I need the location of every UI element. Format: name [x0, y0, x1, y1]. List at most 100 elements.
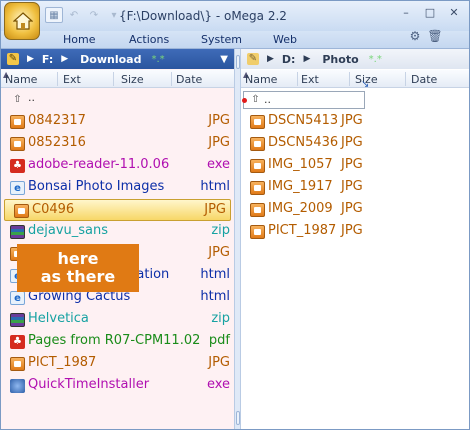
file-row[interactable]: 0852316 JPG: [1, 133, 234, 155]
panels-icon[interactable]: ▦: [45, 7, 63, 23]
zip-file-icon: [10, 313, 25, 327]
edit-path-icon[interactable]: ✎: [247, 53, 259, 65]
redo-icon[interactable]: ↷: [85, 7, 103, 23]
splitter-grip[interactable]: [236, 411, 240, 425]
exe-file-icon: [10, 379, 25, 393]
file-name: DSCN5413: [268, 113, 339, 128]
file-row[interactable]: PICT_1987 JPG: [241, 221, 469, 243]
file-ext: html: [200, 179, 230, 194]
menu-actions[interactable]: Actions: [129, 33, 169, 46]
left-file-list: ⇧ .. 0842317 JPG 0852316 JPG ♣ adobe-reader-1…: [1, 89, 234, 397]
arrow-right-icon: ▶: [267, 54, 274, 64]
col-date[interactable]: Date: [411, 73, 437, 86]
left-drive[interactable]: F:: [42, 53, 53, 66]
col-size[interactable]: Size: [121, 73, 144, 86]
file-row[interactable]: IMG_1917 JPG: [241, 177, 469, 199]
file-ext: JPG: [208, 245, 230, 260]
app-menu-button[interactable]: [4, 2, 40, 40]
file-ext: html: [200, 289, 230, 304]
updir-row[interactable]: ⇧ ..: [243, 91, 365, 109]
col-date[interactable]: Date: [176, 73, 202, 86]
maximize-button[interactable]: □: [419, 5, 441, 21]
file-name: PICT_1987: [268, 223, 337, 238]
col-divider[interactable]: [349, 72, 350, 86]
trash-icon[interactable]: 🗑: [427, 29, 443, 47]
minimize-button[interactable]: –: [395, 5, 417, 21]
file-row[interactable]: dejavu_sans zip: [1, 221, 234, 243]
menu-bar: Home Actions System Web ⚙ 🗑: [1, 29, 469, 49]
file-ext: exe: [206, 157, 230, 172]
close-button[interactable]: ✕: [443, 5, 465, 21]
left-file-panel: ✎ ▶ F: ▶ Download *.* ▼ ▲ Name Ext Size …: [1, 49, 234, 429]
right-filter[interactable]: *.*: [369, 54, 382, 65]
file-name: 0842317: [28, 113, 86, 128]
file-name: Bonsai Photo Images: [28, 179, 165, 194]
file-row[interactable]: PICT_1987 JPG: [1, 353, 234, 375]
file-row[interactable]: Helvetica zip: [1, 309, 234, 331]
title-bar: ▦ ↶ ↷ ▾ {F:\Download\} - oMega 2.2 – □ ✕: [1, 1, 469, 31]
col-divider[interactable]: [405, 72, 406, 86]
window-title: {F:\Download\} - oMega 2.2: [119, 9, 287, 23]
panel-splitter[interactable]: [234, 49, 241, 429]
jpg-file-icon: [250, 137, 265, 151]
left-filter[interactable]: *.*: [151, 54, 164, 65]
pdf-file-icon: ♣: [10, 159, 25, 173]
annotation-callout: here as there: [17, 244, 139, 292]
right-drive[interactable]: D:: [282, 53, 296, 66]
right-path-bar[interactable]: ✎ ▶ D: ▶ Photo *.*: [241, 49, 469, 69]
col-divider[interactable]: [171, 72, 172, 86]
up-folder-icon: ⇧: [251, 94, 260, 105]
menu-home[interactable]: Home: [63, 33, 95, 46]
updir-row[interactable]: ⇧ ..: [1, 89, 234, 111]
file-row[interactable]: ♣ adobe-reader-11.0.06 exe: [1, 155, 234, 177]
file-row[interactable]: ♣ Pages from R07-CPM11.02 pdf: [1, 331, 234, 353]
file-ext: html: [200, 267, 230, 282]
splitter-grip[interactable]: [236, 55, 240, 69]
menu-web[interactable]: Web: [273, 33, 297, 46]
file-row[interactable]: IMG_1057 JPG: [241, 155, 469, 177]
right-file-panel: ✎ ▶ D: ▶ Photo *.* ▲ Name Ext Size Date …: [241, 49, 469, 429]
jpg-file-icon: [14, 204, 29, 218]
jpg-file-icon: [250, 159, 265, 173]
html-file-icon: e: [10, 291, 25, 305]
file-row[interactable]: DSCN5413 JPG: [241, 111, 469, 133]
right-folder[interactable]: Photo: [322, 53, 358, 66]
file-row[interactable]: 0842317 JPG: [1, 111, 234, 133]
drop-target-marker: [242, 98, 247, 103]
zip-file-icon: [10, 225, 25, 239]
col-divider[interactable]: [57, 72, 58, 86]
file-name: PICT_1987: [28, 355, 97, 370]
file-name: Pages from R07-CPM11.02: [28, 333, 201, 348]
menu-system[interactable]: System: [201, 33, 242, 46]
jpg-file-icon: [250, 203, 265, 217]
col-ext[interactable]: Ext: [63, 73, 81, 86]
file-name: IMG_1057: [268, 157, 333, 172]
chevron-down-icon[interactable]: ▼: [220, 54, 228, 65]
undo-icon[interactable]: ↶: [65, 7, 83, 23]
file-row[interactable]: DSCN5436 JPG: [241, 133, 469, 155]
left-path-bar[interactable]: ✎ ▶ F: ▶ Download *.* ▼: [1, 49, 234, 69]
right-file-list: ⇧ .. DSCN5413 JPG DSCN5436 JPG IMG_1057 JPG IM…: [241, 89, 469, 243]
col-divider[interactable]: [113, 72, 114, 86]
file-row[interactable]: e Bonsai Photo Images html: [1, 177, 234, 199]
file-name: IMG_1917: [268, 179, 333, 194]
file-name: Helvetica: [28, 311, 89, 326]
col-divider[interactable]: [297, 72, 298, 86]
up-folder-icon: ⇧: [13, 94, 22, 105]
file-row[interactable]: C0496 JPG: [4, 199, 231, 221]
file-row[interactable]: IMG_2009 JPG: [241, 199, 469, 221]
file-name: C0496: [32, 202, 75, 217]
file-name: DSCN5436: [268, 135, 339, 150]
arrow-right-icon: ▶: [303, 54, 311, 64]
left-folder[interactable]: Download: [80, 53, 141, 66]
col-name[interactable]: Name: [5, 73, 37, 86]
col-ext[interactable]: Ext: [301, 73, 319, 86]
edit-path-icon[interactable]: ✎: [7, 53, 19, 65]
file-row[interactable]: QuickTimeInstaller exe: [1, 375, 234, 397]
settings-icon[interactable]: ⚙: [407, 29, 423, 47]
menu-tools: ⚙ 🗑: [407, 29, 443, 47]
file-name: QuickTimeInstaller: [28, 377, 150, 392]
arrow-right-icon: ▶: [61, 54, 69, 64]
jpg-file-icon: [250, 115, 265, 129]
col-name[interactable]: Name: [245, 73, 277, 86]
